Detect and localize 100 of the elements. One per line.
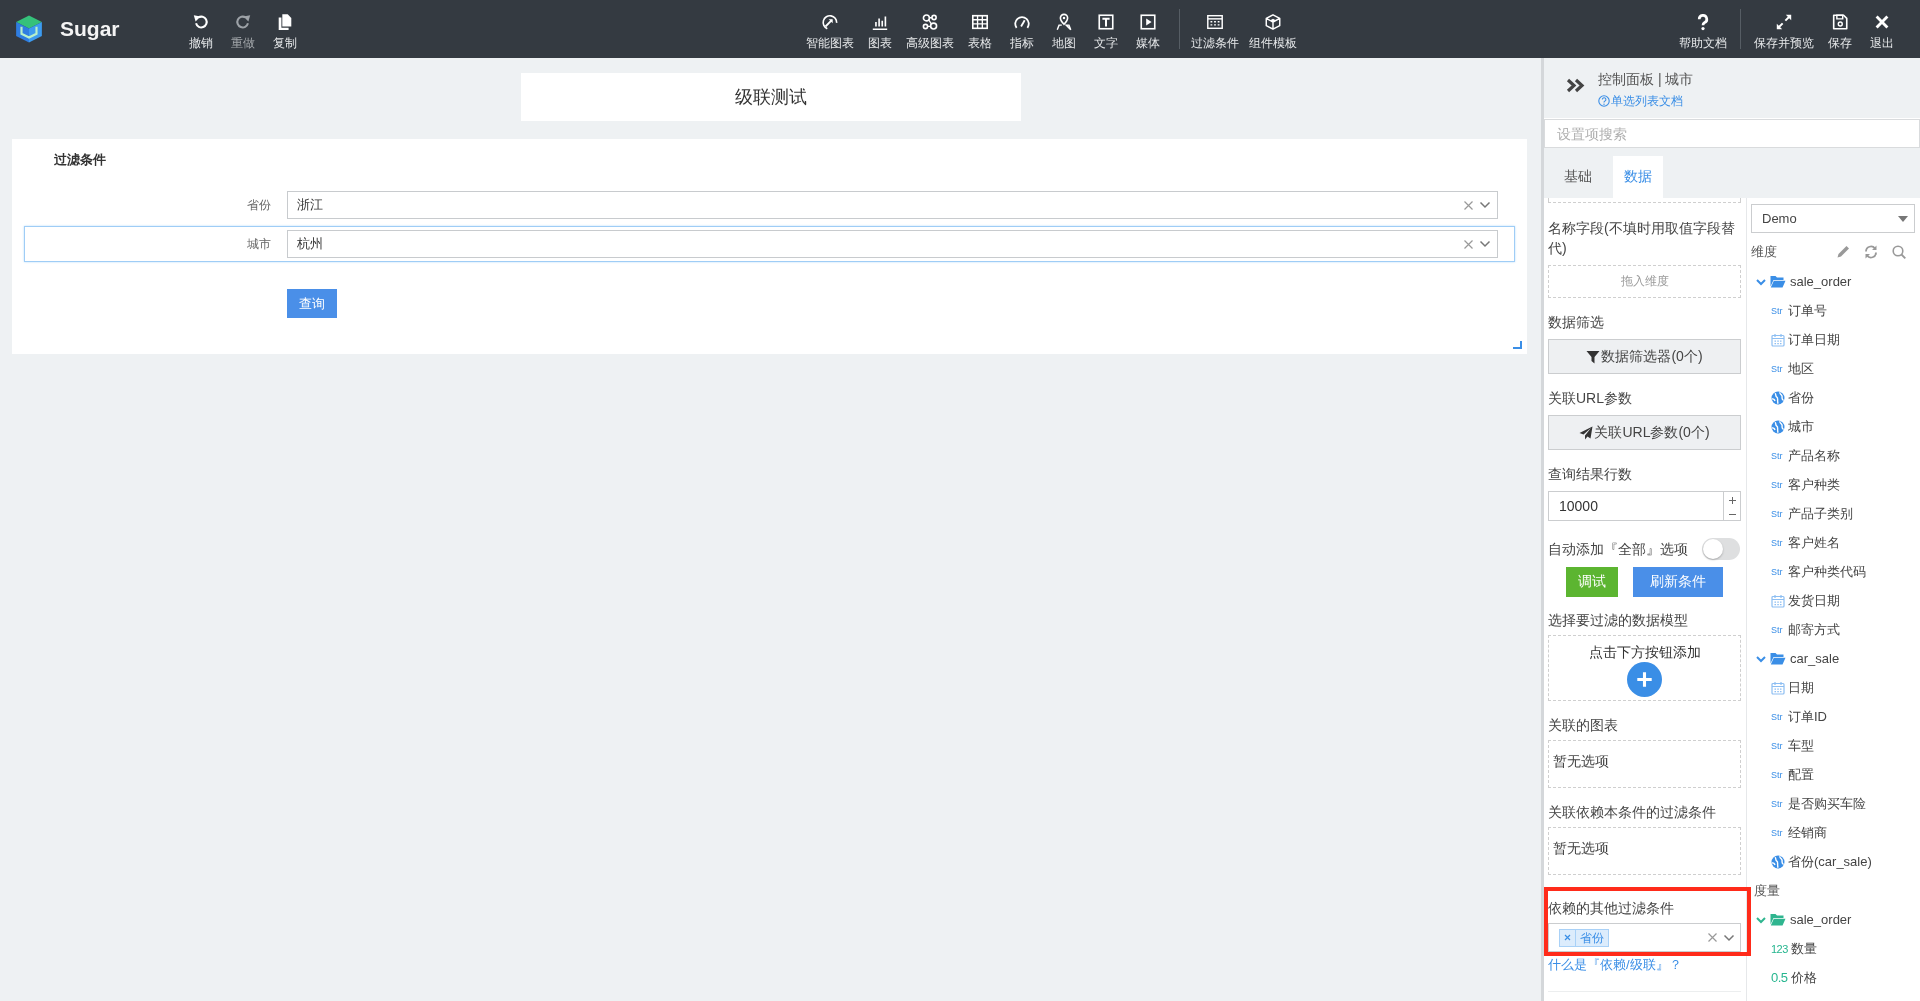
save-icon xyxy=(1831,12,1849,31)
toolbar-button[interactable]: 退出 xyxy=(1861,6,1903,58)
chevron-icon[interactable] xyxy=(1756,276,1766,287)
window-grid-icon xyxy=(1206,12,1224,31)
tree-item[interactable]: 123 数量 xyxy=(1751,934,1915,963)
help-circle-icon xyxy=(1598,95,1610,107)
toolbar-button[interactable]: 地图 xyxy=(1043,6,1085,58)
empty-text: 暂无选项 xyxy=(1553,839,1609,858)
clear-icon[interactable] xyxy=(1463,238,1474,250)
type-label: Str xyxy=(1771,450,1784,461)
chevron-icon[interactable] xyxy=(1756,914,1766,925)
type-label: Str xyxy=(1771,305,1784,316)
toolbar-button[interactable]: 复制 xyxy=(264,6,306,58)
toolbar-button[interactable]: 智能图表 xyxy=(801,6,859,58)
folder-icon xyxy=(1770,275,1786,288)
tree-folder[interactable]: sale_order xyxy=(1751,267,1915,296)
chevron-icon[interactable] xyxy=(1756,653,1766,664)
toolbar-button[interactable]: 保存并预览 xyxy=(1749,6,1819,58)
tree-item[interactable]: 城市 xyxy=(1751,412,1915,441)
caret-down-icon xyxy=(1898,215,1908,222)
type-label: Str xyxy=(1771,711,1784,722)
type-label: Str xyxy=(1771,624,1784,635)
search-icon[interactable] xyxy=(1892,245,1906,259)
resize-handle-icon[interactable] xyxy=(1513,341,1522,349)
refresh-icon[interactable] xyxy=(1864,245,1878,259)
tree-item[interactable]: 0.5 价格 xyxy=(1751,963,1915,992)
tree-item[interactable]: Str 客户种类 xyxy=(1751,470,1915,499)
tree-folder[interactable]: car_sale xyxy=(1751,644,1915,673)
tree-item[interactable]: 发货日期 xyxy=(1751,586,1915,615)
calendar-icon xyxy=(1771,680,1785,695)
tree-item[interactable]: Str 地区 xyxy=(1751,354,1915,383)
tree-item[interactable]: Str 客户姓名 xyxy=(1751,528,1915,557)
chevron-down-icon xyxy=(1479,238,1491,250)
toggle-switch[interactable] xyxy=(1702,538,1740,560)
chevron-down-icon xyxy=(1479,199,1491,211)
minus-icon[interactable] xyxy=(1728,514,1736,515)
globe-icon xyxy=(1771,419,1785,434)
toolbar-button[interactable]: 过滤条件 xyxy=(1186,6,1244,58)
toolbar-button[interactable]: 帮助文档 xyxy=(1674,6,1732,58)
toolbar-button[interactable]: 保存 xyxy=(1819,6,1861,58)
setting-label: 名称字段(不填时用取值字段替代) xyxy=(1548,219,1736,258)
field-label: 城市 xyxy=(246,235,271,253)
map-pin-icon xyxy=(1055,12,1073,31)
circle-arrow-icon xyxy=(821,12,839,31)
type-label: Str xyxy=(1771,827,1784,838)
report-title: 级联测试 xyxy=(520,73,1021,121)
select-field[interactable]: 杭州 xyxy=(287,230,1498,258)
clear-icon[interactable] xyxy=(1707,932,1718,943)
type-label: Str xyxy=(1771,798,1784,809)
tree-item[interactable]: Str 客户种类代码 xyxy=(1751,557,1915,586)
undo-icon xyxy=(192,12,210,31)
tree-item[interactable]: Str 配置 xyxy=(1751,760,1915,789)
calendar-icon xyxy=(1771,593,1785,608)
panel-button[interactable]: 关联URL参数(0个) xyxy=(1548,415,1741,450)
tree-item[interactable]: Str 产品子类别 xyxy=(1751,499,1915,528)
tree-item[interactable]: 省份(car_sale) xyxy=(1751,847,1915,876)
empty-text: 暂无选项 xyxy=(1553,752,1609,771)
tree-item[interactable]: 订单日期 xyxy=(1751,325,1915,354)
tree-item[interactable]: Str 邮寄方式 xyxy=(1751,615,1915,644)
tree-item[interactable]: Str 订单ID xyxy=(1751,702,1915,731)
tree-item[interactable]: 日期 xyxy=(1751,673,1915,702)
tab[interactable]: 基础 xyxy=(1553,156,1603,198)
table-icon xyxy=(971,12,989,31)
toolbar-button[interactable]: 表格 xyxy=(959,6,1001,58)
type-label: 123 xyxy=(1771,942,1788,955)
hint-text: 点击下方按钮添加 xyxy=(1588,643,1701,661)
type-label: 0.5 xyxy=(1771,970,1788,985)
toolbar-button[interactable]: 撤销 xyxy=(180,6,222,58)
selected-filter-row[interactable]: 城市 杭州 xyxy=(24,226,1515,262)
filter-heading: 过滤条件 xyxy=(54,151,106,169)
tree-item[interactable]: Str 产品名称 xyxy=(1751,441,1915,470)
tree-item[interactable]: Str 订单号 xyxy=(1751,296,1915,325)
panel-button[interactable]: 数据筛选器(0个) xyxy=(1548,339,1741,374)
tree-item[interactable]: Str 车型 xyxy=(1751,731,1915,760)
toolbar-button[interactable]: 媒体 xyxy=(1127,6,1169,58)
double-chevron-icon[interactable] xyxy=(1566,78,1585,93)
pencil-icon[interactable] xyxy=(1836,245,1850,259)
tree-folder[interactable]: sale_order xyxy=(1751,905,1915,934)
tree-item[interactable]: Str 是否购买车险 xyxy=(1751,789,1915,818)
setting-label: 依赖的其他过滤条件 xyxy=(1548,899,1675,918)
toolbar-button[interactable]: 图表 xyxy=(859,6,901,58)
text-icon xyxy=(1097,12,1115,31)
plus-icon[interactable] xyxy=(1728,497,1736,504)
plus-circle-icon[interactable] xyxy=(1627,662,1662,697)
number-field[interactable]: 10000 xyxy=(1548,491,1741,521)
toolbar-button[interactable]: 指标 xyxy=(1001,6,1043,58)
search-field[interactable]: 设置项搜索 xyxy=(1544,119,1920,148)
tree-item[interactable]: 省份 xyxy=(1751,383,1915,412)
toolbar-button[interactable]: 文字 xyxy=(1085,6,1127,58)
select-field[interactable]: 浙江 xyxy=(287,191,1498,219)
section-label: 度量 xyxy=(1753,882,1780,900)
toolbar-button[interactable]: 高级图表 xyxy=(901,6,959,58)
tab[interactable]: 数据 xyxy=(1613,156,1663,198)
help-link[interactable]: 什么是『依赖/级联』？ xyxy=(1548,957,1682,973)
redo-icon xyxy=(234,12,252,31)
tree-item[interactable]: Str 经销商 xyxy=(1751,818,1915,847)
toolbar-button[interactable]: 组件模板 xyxy=(1244,6,1302,58)
clear-icon[interactable] xyxy=(1463,199,1474,211)
setting-label: 关联URL参数 xyxy=(1548,389,1633,408)
source-select[interactable]: Demo xyxy=(1751,204,1915,233)
